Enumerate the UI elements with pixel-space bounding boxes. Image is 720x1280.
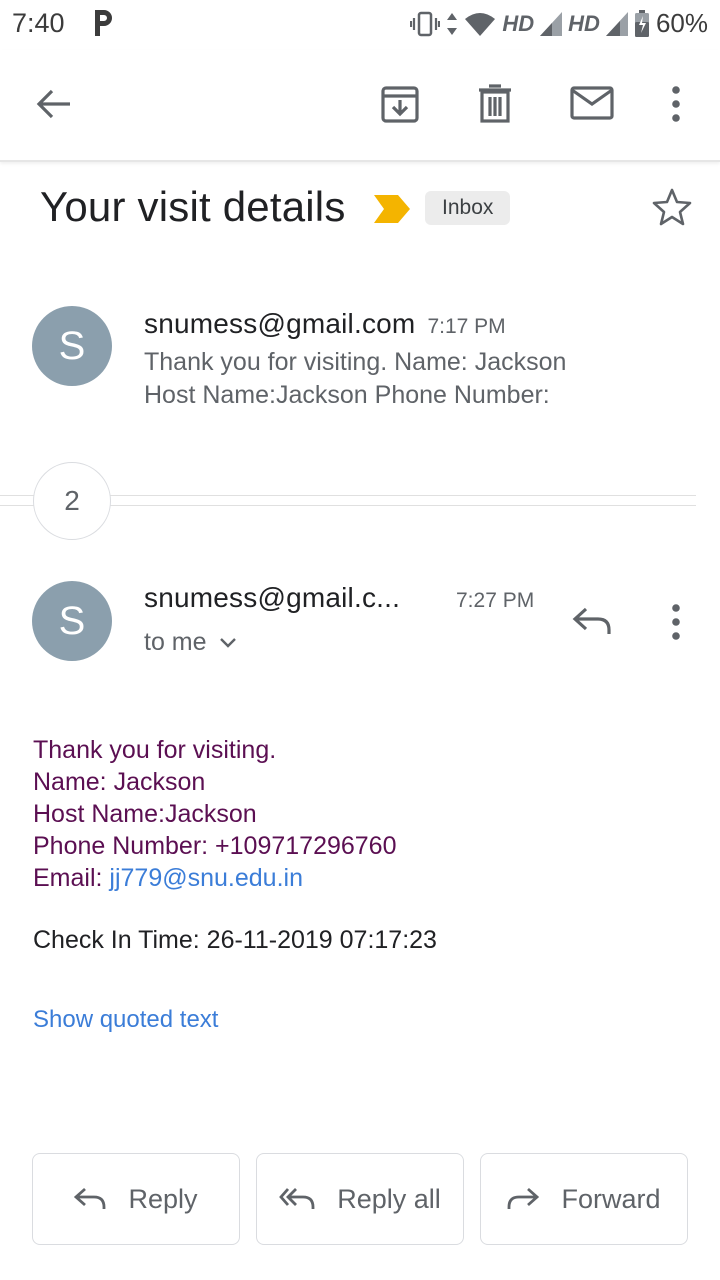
hd-indicator-2: HD	[568, 10, 600, 36]
forward-icon	[508, 1187, 540, 1209]
body-email-line: Email: jj779@snu.edu.in	[33, 862, 397, 894]
chevron-down-icon	[219, 637, 236, 648]
reply-button[interactable]: Reply	[32, 1153, 240, 1245]
signal-icon	[540, 11, 563, 36]
forward-label: Forward	[561, 1183, 661, 1214]
email-subject: Your visit details	[40, 183, 346, 230]
battery-icon	[634, 9, 649, 37]
important-marker-icon[interactable]	[374, 195, 410, 223]
status-bar: 7:40 HD HD 60%	[0, 0, 720, 50]
message-collapsed-1[interactable]: S snumess@gmail.com 7:17 PM Thank you fo…	[0, 290, 720, 430]
reply-all-label: Reply all	[337, 1183, 441, 1214]
reply-all-button[interactable]: Reply all	[256, 1153, 464, 1245]
message-time: 7:17 PM	[427, 315, 506, 338]
recipient-details-toggle[interactable]: to me	[144, 628, 237, 657]
body-line: Name: Jackson	[33, 768, 206, 796]
archive-icon[interactable]	[380, 84, 420, 124]
mark-unread-icon[interactable]	[570, 86, 614, 120]
body-line: Host Name:Jackson	[33, 800, 257, 828]
checkin-time: Check In Time: 26-11-2019 07:17:23	[33, 926, 437, 954]
body-line: Phone Number: +109717296760	[33, 832, 397, 860]
data-arrows-icon	[447, 12, 458, 35]
more-options-icon[interactable]	[668, 86, 684, 122]
message-body: Thank you for visiting. Name: Jackson Ho…	[33, 734, 397, 894]
app-bar	[0, 50, 720, 162]
email-link[interactable]: jj779@snu.edu.in	[109, 864, 303, 892]
sender-name: snumess@gmail.com	[144, 308, 416, 339]
vibrate-icon	[410, 11, 441, 36]
forward-button[interactable]: Forward	[480, 1153, 688, 1245]
message-more-icon[interactable]	[668, 604, 684, 640]
reply-all-icon	[279, 1188, 315, 1209]
reply-icon[interactable]	[572, 606, 612, 636]
signal-icon-2	[605, 11, 628, 36]
collapsed-messages-count[interactable]: 2	[33, 462, 111, 540]
reply-label: Reply	[128, 1183, 198, 1214]
star-icon[interactable]	[652, 188, 692, 226]
snippet-line: Host Name:Jackson Phone Number:	[144, 381, 550, 409]
recipient-label: to me	[144, 628, 207, 656]
back-arrow-icon[interactable]	[34, 84, 74, 124]
inbox-label-chip[interactable]: Inbox	[425, 191, 511, 225]
battery-percent: 60%	[655, 8, 708, 38]
sender-name[interactable]: snumess@gmail.c...	[144, 582, 400, 614]
status-time: 7:40	[12, 8, 65, 38]
message-snippet: Thank you for visiting. Name: Jackson Ho…	[144, 346, 566, 412]
message-header: snumess@gmail.com 7:17 PM	[144, 308, 506, 340]
message-time: 7:27 PM	[456, 589, 535, 612]
parking-app-icon	[95, 10, 112, 36]
status-icons: HD HD 60%	[410, 8, 708, 39]
reply-icon	[74, 1187, 106, 1209]
wifi-icon	[465, 12, 496, 36]
sender-avatar: S	[32, 581, 112, 661]
snippet-line: Thank you for visiting. Name: Jackson	[144, 348, 567, 376]
delete-icon[interactable]	[477, 84, 513, 124]
body-line: Thank you for visiting.	[33, 736, 277, 764]
show-quoted-text-link[interactable]: Show quoted text	[33, 1006, 218, 1034]
sender-avatar: S	[32, 306, 112, 386]
hd-indicator: HD	[502, 10, 535, 36]
email-label: Email:	[33, 864, 110, 892]
